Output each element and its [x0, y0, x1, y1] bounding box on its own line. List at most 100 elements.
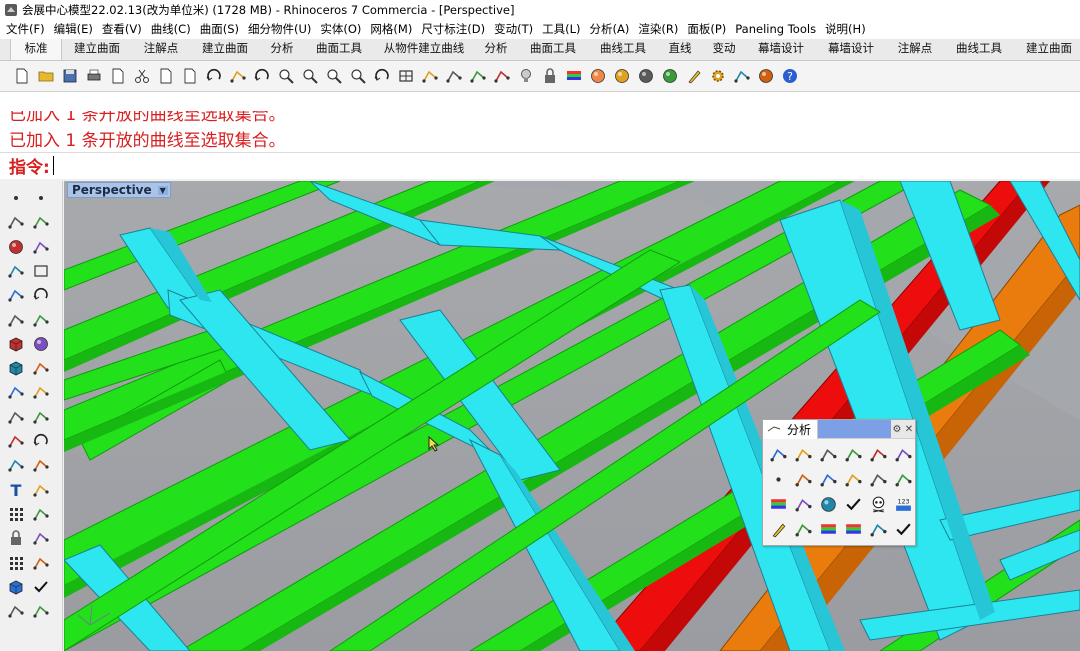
toolbar-tab[interactable]: 曲线工具: [588, 39, 658, 60]
menu-item[interactable]: 编辑(E): [54, 21, 93, 37]
arc-icon[interactable]: [30, 284, 52, 306]
toolbar-tab[interactable]: 曲面工具: [518, 39, 588, 60]
menu-item[interactable]: 实体(O): [320, 21, 361, 37]
circle-icon[interactable]: [5, 236, 27, 258]
fillet-icon[interactable]: [5, 430, 27, 452]
orient-icon[interactable]: [30, 503, 52, 525]
direction-icon[interactable]: [891, 442, 915, 466]
lock-icon[interactable]: [538, 64, 562, 88]
edge-numbers-icon[interactable]: 123: [891, 492, 915, 516]
named-view-icon[interactable]: [442, 64, 466, 88]
check-mark-flag-icon[interactable]: [891, 517, 915, 541]
length-icon[interactable]: [841, 442, 865, 466]
offset-icon[interactable]: [30, 454, 52, 476]
array-icon[interactable]: [5, 503, 27, 525]
menu-item[interactable]: 变动(T): [494, 21, 533, 37]
check-tool-icon[interactable]: [30, 576, 52, 598]
pin-icon[interactable]: [682, 64, 706, 88]
car-model-icon[interactable]: [418, 64, 442, 88]
shaded-sphere-icon[interactable]: [634, 64, 658, 88]
toolbar-tab[interactable]: 标准: [10, 39, 62, 60]
curvature-graph-icon[interactable]: [866, 442, 890, 466]
layer-icon[interactable]: [562, 64, 586, 88]
perspective-viewport[interactable]: Perspective ▼: [64, 181, 1080, 651]
blend-icon[interactable]: [30, 430, 52, 452]
cylinder-solid-icon[interactable]: [5, 357, 27, 379]
geometric-continuity-icon[interactable]: [841, 467, 865, 491]
area-icon[interactable]: [891, 467, 915, 491]
rendered-sphere-icon[interactable]: [658, 64, 682, 88]
angle-icon[interactable]: [791, 442, 815, 466]
close-icon[interactable]: ✕: [903, 420, 915, 439]
menu-item[interactable]: 细分物件(U): [248, 21, 311, 37]
split-icon[interactable]: [30, 406, 52, 428]
rotate-camera-icon[interactable]: [370, 64, 394, 88]
block-icon[interactable]: [5, 527, 27, 549]
menu-item[interactable]: 文件(F): [6, 21, 45, 37]
copy-icon[interactable]: [154, 64, 178, 88]
box-solid-icon[interactable]: [5, 333, 27, 355]
pan-hand-icon[interactable]: [226, 64, 250, 88]
sphere-solid-icon[interactable]: [30, 333, 52, 355]
toolbar-tab[interactable]: 建立曲面: [190, 39, 260, 60]
menu-item[interactable]: 工具(L): [542, 21, 580, 37]
zoom-icon[interactable]: [274, 64, 298, 88]
toolbar-tab[interactable]: 幕墙设计: [746, 39, 816, 60]
command-prompt[interactable]: 指令:: [0, 152, 1080, 178]
rectangle-icon[interactable]: [30, 260, 52, 282]
tab-analysis[interactable]: 分析: [763, 419, 819, 439]
rotate-view-icon[interactable]: [250, 64, 274, 88]
select-point-icon[interactable]: [5, 187, 27, 209]
zoom-selected-icon[interactable]: [346, 64, 370, 88]
zebra-icon[interactable]: [766, 492, 790, 516]
color-wheel-icon[interactable]: [586, 64, 610, 88]
gumball-icon[interactable]: [30, 552, 52, 574]
toolbar-tab[interactable]: 注解点: [886, 39, 944, 60]
open-folder-icon[interactable]: [34, 64, 58, 88]
gear-options-icon[interactable]: [706, 64, 730, 88]
gear-icon[interactable]: ⚙: [891, 420, 903, 439]
text-icon[interactable]: T: [5, 479, 27, 501]
boolean-icon[interactable]: [30, 381, 52, 403]
new-file-icon[interactable]: [10, 64, 34, 88]
zoom-extents-icon[interactable]: [322, 64, 346, 88]
menu-item[interactable]: 查看(V): [102, 21, 142, 37]
curve-analysis-icon[interactable]: [791, 467, 815, 491]
dimension-icon[interactable]: [30, 527, 52, 549]
diameter-icon[interactable]: [866, 467, 890, 491]
toolbar-tab[interactable]: 从物件建立曲线: [374, 39, 474, 60]
bad-objects-icon[interactable]: [866, 492, 890, 516]
surface-patch-icon[interactable]: [5, 309, 27, 331]
export-icon[interactable]: [106, 64, 130, 88]
pencil-analysis-icon[interactable]: [766, 517, 790, 541]
extrude-icon[interactable]: [30, 357, 52, 379]
toolbar-tab[interactable]: 直线: [658, 39, 702, 60]
print-icon[interactable]: [82, 64, 106, 88]
undo-icon[interactable]: [202, 64, 226, 88]
grid-array-icon[interactable]: [5, 552, 27, 574]
viewport-menu-arrow-icon[interactable]: ▼: [157, 185, 168, 195]
menu-item[interactable]: 面板(P): [687, 21, 726, 37]
globe-icon[interactable]: [754, 64, 778, 88]
polygon-icon[interactable]: [5, 284, 27, 306]
zoom-window-icon[interactable]: [298, 64, 322, 88]
panel-header[interactable]: 分析 ⚙ ✕: [763, 419, 915, 439]
toolbar-tab[interactable]: 幕墙设计: [816, 39, 886, 60]
construction-plane-icon[interactable]: [466, 64, 490, 88]
help-icon[interactable]: ?: [778, 64, 802, 88]
layer-solid-icon[interactable]: [5, 576, 27, 598]
menu-item[interactable]: 网格(M): [370, 21, 412, 37]
light-bulb-icon[interactable]: [514, 64, 538, 88]
check-icon[interactable]: [841, 492, 865, 516]
render-tool-icon[interactable]: [5, 600, 27, 622]
viewport-title[interactable]: Perspective ▼: [67, 182, 171, 198]
toolbar-tab[interactable]: 分析: [260, 39, 304, 60]
polyline-icon[interactable]: [5, 211, 27, 233]
save-icon[interactable]: [58, 64, 82, 88]
menu-item[interactable]: 曲面(S): [200, 21, 239, 37]
environment-map-icon[interactable]: [816, 517, 840, 541]
toolbar-tab[interactable]: 建立曲面: [1014, 39, 1080, 60]
surface-edge-icon[interactable]: [30, 309, 52, 331]
rhino-lasso-icon[interactable]: [866, 517, 890, 541]
line-segment-icon[interactable]: [5, 260, 27, 282]
